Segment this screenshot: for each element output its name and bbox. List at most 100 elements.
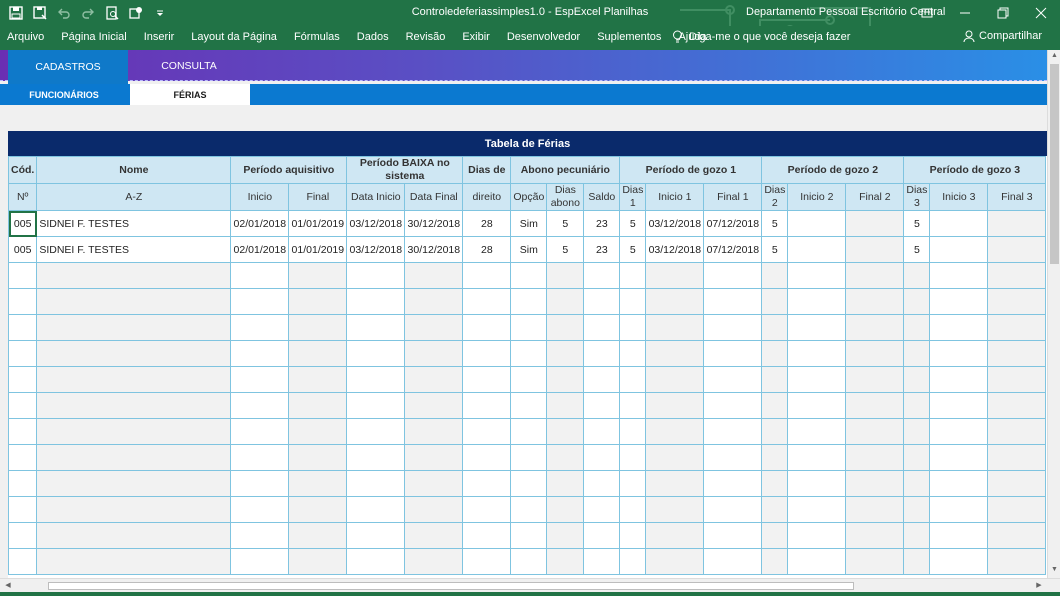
empty-cell[interactable] bbox=[787, 444, 847, 471]
empty-cell[interactable] bbox=[546, 496, 585, 523]
empty-cell[interactable] bbox=[288, 314, 348, 341]
empty-cell[interactable] bbox=[230, 262, 290, 289]
empty-cell[interactable] bbox=[230, 548, 290, 575]
empty-cell[interactable] bbox=[404, 470, 464, 497]
empty-cell[interactable] bbox=[903, 522, 931, 549]
empty-cell[interactable] bbox=[8, 548, 38, 575]
empty-cell[interactable] bbox=[903, 418, 931, 445]
empty-cell[interactable] bbox=[903, 496, 931, 523]
empty-cell[interactable] bbox=[761, 522, 789, 549]
empty-cell[interactable] bbox=[462, 340, 512, 367]
empty-cell[interactable] bbox=[703, 392, 763, 419]
empty-cell[interactable] bbox=[903, 392, 931, 419]
empty-cell[interactable] bbox=[288, 262, 348, 289]
empty-cell[interactable] bbox=[929, 262, 989, 289]
empty-cell[interactable] bbox=[787, 470, 847, 497]
empty-cell[interactable] bbox=[546, 314, 585, 341]
empty-cell[interactable] bbox=[510, 548, 548, 575]
empty-cell[interactable] bbox=[546, 418, 585, 445]
menu-tab[interactable]: Dados bbox=[350, 31, 399, 43]
empty-cell[interactable] bbox=[546, 444, 585, 471]
empty-cell[interactable] bbox=[462, 496, 512, 523]
empty-cell[interactable] bbox=[787, 496, 847, 523]
empty-cell[interactable] bbox=[645, 496, 705, 523]
empty-cell[interactable] bbox=[845, 522, 905, 549]
empty-cell[interactable] bbox=[36, 470, 232, 497]
cell-dias3[interactable]: 5 bbox=[903, 210, 931, 237]
empty-cell[interactable] bbox=[703, 444, 763, 471]
empty-cell[interactable] bbox=[987, 392, 1047, 419]
empty-cell[interactable] bbox=[288, 418, 348, 445]
empty-cell[interactable] bbox=[987, 418, 1047, 445]
empty-cell[interactable] bbox=[845, 548, 905, 575]
empty-cell[interactable] bbox=[619, 262, 647, 289]
empty-cell[interactable] bbox=[346, 314, 406, 341]
empty-cell[interactable] bbox=[787, 392, 847, 419]
empty-cell[interactable] bbox=[546, 366, 585, 393]
empty-cell[interactable] bbox=[645, 366, 705, 393]
empty-cell[interactable] bbox=[619, 444, 647, 471]
empty-cell[interactable] bbox=[288, 548, 348, 575]
empty-cell[interactable] bbox=[36, 314, 232, 341]
empty-cell[interactable] bbox=[510, 392, 548, 419]
empty-cell[interactable] bbox=[761, 392, 789, 419]
customize-qat-icon[interactable] bbox=[150, 4, 170, 22]
menu-tab[interactable]: Fórmulas bbox=[287, 31, 350, 43]
empty-cell[interactable] bbox=[462, 392, 512, 419]
empty-cell[interactable] bbox=[230, 366, 290, 393]
empty-cell[interactable] bbox=[8, 418, 38, 445]
empty-cell[interactable] bbox=[845, 392, 905, 419]
nav-cadastros-button[interactable]: CADASTROS bbox=[8, 50, 128, 84]
empty-cell[interactable] bbox=[845, 314, 905, 341]
menu-tab[interactable]: Desenvolvedor bbox=[500, 31, 590, 43]
cell-inicio[interactable]: 02/01/2018 bbox=[230, 210, 290, 237]
empty-cell[interactable] bbox=[404, 496, 464, 523]
empty-cell[interactable] bbox=[230, 392, 290, 419]
empty-cell[interactable] bbox=[987, 548, 1047, 575]
empty-cell[interactable] bbox=[987, 262, 1047, 289]
menu-tab[interactable]: Arquivo bbox=[0, 31, 54, 43]
empty-cell[interactable] bbox=[619, 340, 647, 367]
empty-cell[interactable] bbox=[546, 288, 585, 315]
empty-cell[interactable] bbox=[645, 340, 705, 367]
empty-cell[interactable] bbox=[8, 340, 38, 367]
empty-cell[interactable] bbox=[583, 340, 621, 367]
empty-cell[interactable] bbox=[8, 522, 38, 549]
empty-cell[interactable] bbox=[761, 262, 789, 289]
empty-cell[interactable] bbox=[8, 392, 38, 419]
empty-cell[interactable] bbox=[987, 522, 1047, 549]
empty-cell[interactable] bbox=[404, 444, 464, 471]
cell-final1[interactable]: 07/12/2018 bbox=[703, 236, 763, 263]
cell-final3[interactable] bbox=[987, 236, 1047, 263]
empty-cell[interactable] bbox=[645, 522, 705, 549]
empty-cell[interactable] bbox=[845, 496, 905, 523]
empty-cell[interactable] bbox=[404, 418, 464, 445]
cell-dias2[interactable]: 5 bbox=[761, 236, 789, 263]
cell-final1[interactable]: 07/12/2018 bbox=[703, 210, 763, 237]
empty-cell[interactable] bbox=[8, 314, 38, 341]
cell-dias3[interactable]: 5 bbox=[903, 236, 931, 263]
empty-cell[interactable] bbox=[404, 366, 464, 393]
empty-cell[interactable] bbox=[845, 340, 905, 367]
scroll-left-icon[interactable]: ◀ bbox=[3, 581, 13, 591]
empty-cell[interactable] bbox=[8, 262, 38, 289]
empty-cell[interactable] bbox=[230, 522, 290, 549]
empty-cell[interactable] bbox=[929, 288, 989, 315]
vertical-scrollbar[interactable]: ▲ ▼ bbox=[1047, 50, 1060, 578]
empty-cell[interactable] bbox=[645, 548, 705, 575]
empty-cell[interactable] bbox=[583, 548, 621, 575]
empty-cell[interactable] bbox=[703, 288, 763, 315]
cell-final[interactable]: 01/01/2019 bbox=[288, 210, 348, 237]
empty-cell[interactable] bbox=[510, 418, 548, 445]
menu-tab[interactable]: Layout da Página bbox=[184, 31, 287, 43]
empty-cell[interactable] bbox=[845, 288, 905, 315]
empty-cell[interactable] bbox=[761, 548, 789, 575]
empty-cell[interactable] bbox=[288, 522, 348, 549]
empty-cell[interactable] bbox=[288, 392, 348, 419]
cell-inicio2[interactable] bbox=[787, 210, 847, 237]
menu-tab[interactable]: Revisão bbox=[399, 31, 456, 43]
empty-cell[interactable] bbox=[288, 340, 348, 367]
empty-cell[interactable] bbox=[703, 496, 763, 523]
cell-saldo[interactable]: 23 bbox=[583, 210, 621, 237]
share-button[interactable]: Compartilhar bbox=[963, 30, 1042, 42]
